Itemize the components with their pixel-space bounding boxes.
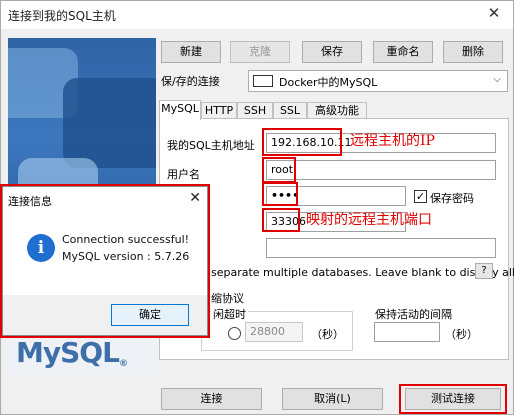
timeout-input[interactable]: 28800	[245, 322, 303, 342]
clone-button[interactable]: 克隆	[230, 41, 290, 63]
databases-hint: separate multiple databases. Leave blank…	[211, 266, 514, 279]
info-icon: i	[27, 234, 55, 262]
popup-title: 连接信息	[8, 195, 52, 208]
host-label: 我的SQL主机地址	[167, 139, 255, 152]
chevron-down-icon: ⌵	[493, 74, 501, 85]
new-button[interactable]: 新建	[161, 41, 221, 63]
connect-button[interactable]: 连接	[161, 388, 262, 410]
popup-body: i Connection successful! MySQL version :…	[3, 213, 207, 295]
keepalive-input[interactable]	[374, 322, 440, 342]
delete-button[interactable]: 删除	[443, 41, 503, 63]
popup-message-version: MySQL version : 5.7.26	[62, 250, 190, 263]
custom-timeout-radio[interactable]	[228, 327, 241, 340]
idle-timeout-label: 闲超时	[211, 306, 248, 322]
password-input[interactable]: ••••	[266, 186, 406, 206]
dialog-titlebar: 连接到我的SQL主机 ✕	[1, 1, 513, 29]
popup-message-success: Connection successful!	[62, 233, 190, 246]
popup-ok-button[interactable]: 确定	[111, 304, 189, 326]
keepalive-label: 保持活动的间隔	[375, 308, 452, 321]
save-button[interactable]: 保存	[302, 41, 362, 63]
popup-titlebar: 连接信息 ✕	[3, 187, 207, 213]
save-password-label: 保存密码	[430, 192, 474, 205]
saved-connection-value: Docker中的MySQL	[279, 76, 378, 89]
tab-mysql[interactable]: MySQL	[159, 100, 201, 120]
mysql-logo: MySQL®	[16, 336, 128, 369]
keepalive-unit: （秒）	[445, 328, 478, 341]
user-label: 用户名	[167, 168, 200, 181]
saved-connection-select[interactable]: Docker中的MySQL ⌵	[248, 70, 508, 92]
help-button[interactable]: ?	[475, 263, 493, 279]
connection-info-popup: 连接信息 ✕ i Connection successful! MySQL ve…	[2, 186, 208, 336]
mapped-port-annotation: 映射的远程主机端口	[306, 212, 432, 228]
user-input[interactable]: root	[266, 160, 496, 180]
compress-protocol-label: 缩协议	[211, 292, 244, 305]
popup-close-icon[interactable]: ✕	[189, 190, 201, 206]
test-connection-button[interactable]: 测试连接	[405, 388, 501, 410]
saved-connection-label: 保/存的连接	[161, 75, 220, 88]
dialog-title: 连接到我的SQL主机	[8, 9, 116, 23]
color-swatch	[253, 75, 273, 87]
rename-button[interactable]: 重命名	[373, 41, 433, 63]
databases-input[interactable]	[266, 238, 496, 258]
remote-ip-annotation: 远程主机的IP	[350, 133, 435, 149]
save-password-checkbox[interactable]: ✓	[414, 190, 427, 203]
timeout-unit: （秒）	[311, 328, 344, 341]
mysql-logo-band: MySQL®	[8, 331, 156, 375]
cancel-button[interactable]: 取消(L)	[282, 388, 383, 410]
close-icon[interactable]: ✕	[485, 4, 503, 22]
